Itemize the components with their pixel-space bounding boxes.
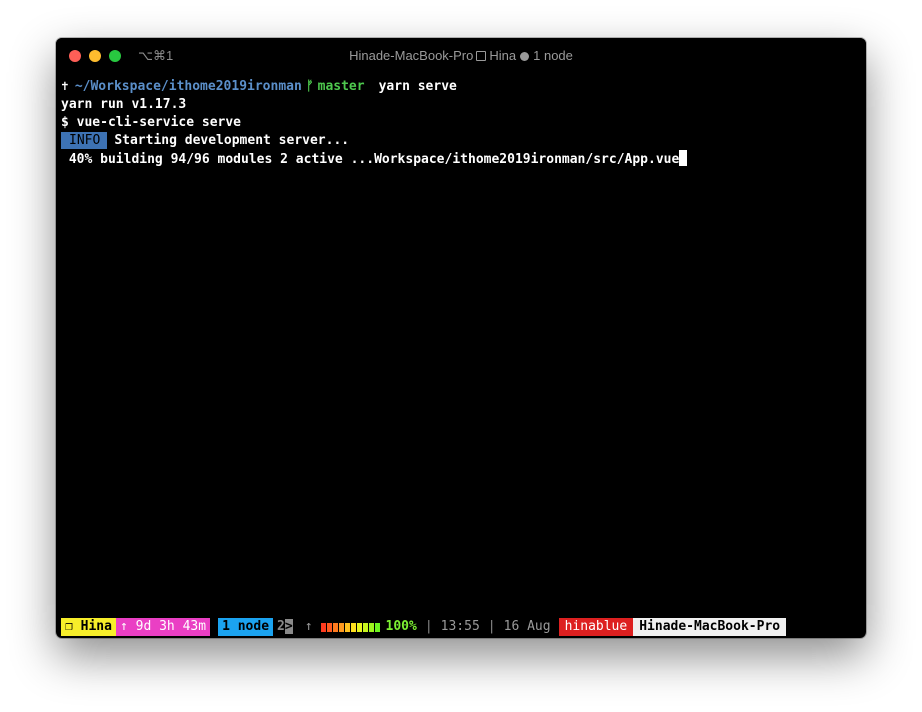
git-branch: master: [317, 79, 365, 94]
status-window-next[interactable]: 2>: [277, 618, 293, 636]
progress-text: 40% building 94/96 modules 2 active ...W…: [61, 152, 680, 167]
battery-segment: [356, 622, 362, 632]
battery-segment: [350, 622, 356, 632]
window-title: Hinade-MacBook-Pro Hina 1 node: [56, 48, 866, 63]
status-host: Hinade-MacBook-Pro: [633, 618, 787, 636]
prompt-command: yarn serve: [378, 79, 457, 94]
titlebar: ⌥⌘1 Hinade-MacBook-Pro Hina 1 node: [56, 38, 866, 74]
window-next-caret: >: [284, 619, 293, 634]
info-line: INFO Starting development server...: [61, 132, 861, 150]
battery-segment: [320, 622, 326, 632]
window-icon: [476, 51, 487, 61]
battery-percent: 100%: [385, 619, 417, 634]
prompt-path: ~/Workspace/ithome2019ironman: [74, 79, 302, 94]
prompt-symbol: ✝: [61, 79, 69, 94]
tmux-statusbar: ❐ Hina ↑ 9d 3h 43m 1 node 2> ↑ 100% | 13…: [61, 618, 861, 636]
status-window-active[interactable]: 1 node: [218, 618, 274, 636]
window-next-num: 2: [277, 619, 285, 634]
status-uptime: ↑ 9d 3h 43m: [115, 618, 211, 636]
battery-segment: [332, 622, 338, 632]
status-separator: |: [487, 619, 496, 634]
battery-segment: [338, 622, 344, 632]
yarn-version-line: yarn run v1.17.3: [61, 97, 187, 112]
battery-segment: [326, 622, 332, 632]
battery-bar: [320, 618, 380, 636]
window-icon: ❐: [65, 619, 81, 634]
battery-segment: [374, 622, 380, 632]
status-user: hinablue: [558, 618, 634, 636]
session-name: Hina: [80, 619, 112, 634]
status-date: 16 Aug: [503, 619, 551, 634]
status-session[interactable]: ❐ Hina: [61, 618, 116, 636]
battery-segment: [362, 622, 368, 632]
service-command-line: $ vue-cli-service serve: [61, 115, 242, 130]
terminal-output[interactable]: ✝ ~/Workspace/ithome2019ironman ᚠ master yar…: [61, 78, 861, 168]
title-host: Hinade-MacBook-Pro: [349, 48, 474, 63]
title-window: 1 node: [533, 48, 573, 63]
info-badge: INFO: [61, 132, 108, 149]
progress-line: 40% building 94/96 modules 2 active ...W…: [61, 150, 861, 168]
info-text: Starting development server...: [114, 133, 350, 148]
prompt-line: ✝ ~/Workspace/ithome2019ironman ᚠ master yar…: [61, 78, 861, 96]
title-session: Hina: [489, 48, 517, 63]
status-time: 13:55: [440, 619, 480, 634]
up-arrow-icon: ↑: [304, 619, 313, 634]
terminal-window: ⌥⌘1 Hinade-MacBook-Pro Hina 1 node ✝ ~/Work…: [56, 38, 866, 638]
dot-icon: [520, 52, 530, 61]
text-cursor: [679, 150, 688, 166]
git-branch-icon: ᚠ: [305, 79, 314, 94]
status-separator: |: [424, 619, 433, 634]
battery-segment: [344, 622, 350, 632]
battery-segment: [368, 622, 374, 632]
